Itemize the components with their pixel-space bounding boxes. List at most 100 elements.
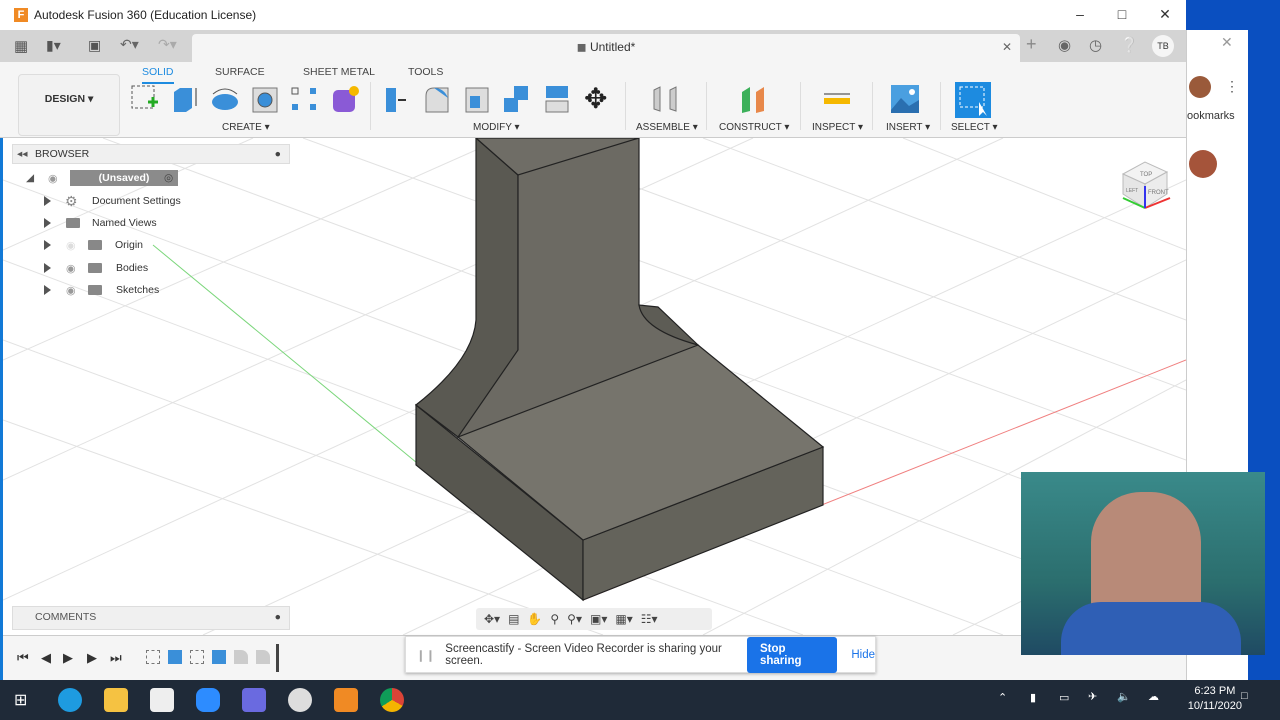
taskbar-clock[interactable]: 6:23 PM 10/11/2020 xyxy=(1188,684,1242,714)
sketch-feature-icon[interactable] xyxy=(146,650,160,664)
microphone-icon[interactable]: ▮ xyxy=(1030,691,1036,704)
undo-icon[interactable]: ↶▾ xyxy=(120,36,139,53)
zoom-icon[interactable]: ⚲ xyxy=(550,612,559,626)
close-icon[interactable]: ✕ xyxy=(1221,34,1233,51)
snip-tool-icon[interactable] xyxy=(288,688,312,712)
user-avatar[interactable]: TB xyxy=(1152,35,1174,57)
browser-item-origin[interactable]: ◉ Origin xyxy=(12,235,290,255)
expand-icon[interactable] xyxy=(44,285,51,295)
offset-plane-icon[interactable] xyxy=(738,84,768,114)
hide-button[interactable]: Hide xyxy=(851,649,875,661)
expand-icon[interactable] xyxy=(44,263,51,273)
display-settings-icon[interactable]: ▣▾ xyxy=(590,612,607,626)
save-icon[interactable]: ▣ xyxy=(88,37,101,54)
hole-icon[interactable] xyxy=(250,84,280,114)
document-tab[interactable]: ◼ Untitled* ✕ xyxy=(192,34,1020,62)
collapse-icon[interactable]: ◂◂ xyxy=(17,148,28,160)
split-body-icon[interactable] xyxy=(542,84,572,114)
viewports-icon[interactable]: ☷▾ xyxy=(641,612,658,626)
visibility-icon[interactable]: ◉ xyxy=(66,262,76,275)
construct-menu[interactable]: CONSTRUCT ▾ xyxy=(719,122,789,133)
new-tab-icon[interactable]: + xyxy=(1026,34,1037,55)
go-to-start-icon[interactable]: ⏮ xyxy=(17,650,29,666)
browser-root[interactable]: ◢ ◉ (Unsaved) ◎ xyxy=(12,168,202,188)
fusion-taskbar-icon[interactable] xyxy=(334,688,358,712)
modify-menu[interactable]: MODIFY ▾ xyxy=(473,122,520,133)
joint-icon[interactable] xyxy=(650,84,680,114)
battery-icon[interactable]: ▭ xyxy=(1059,691,1069,704)
viewcube-left[interactable]: LEFT xyxy=(1126,188,1138,194)
pan-icon[interactable]: ✋ xyxy=(527,612,542,626)
select-icon[interactable] xyxy=(955,82,991,118)
stop-sharing-button[interactable]: Stop sharing xyxy=(746,636,838,673)
fillet-icon[interactable] xyxy=(422,84,452,114)
browser-item-document-settings[interactable]: ⚙ Document Settings xyxy=(12,191,290,211)
step-back-icon[interactable]: ◀ xyxy=(41,650,51,666)
bookmarks-label[interactable]: ookmarks xyxy=(1187,110,1235,122)
help-icon[interactable]: ❔ xyxy=(1120,36,1139,54)
select-menu[interactable]: SELECT ▾ xyxy=(951,122,998,133)
combine-icon[interactable] xyxy=(502,84,532,114)
add-comment-icon[interactable]: ● xyxy=(275,611,281,623)
create-menu[interactable]: CREATE ▾ xyxy=(222,122,270,133)
tab-sheet-metal[interactable]: SHEET METAL xyxy=(303,66,375,78)
chrome-icon[interactable] xyxy=(380,688,404,712)
visibility-icon[interactable]: ◉ xyxy=(48,172,58,185)
maximize-button[interactable]: □ xyxy=(1112,6,1132,22)
tab-tools[interactable]: TOOLS xyxy=(408,66,443,78)
browser-item-bodies[interactable]: ◉ Bodies xyxy=(12,258,290,278)
extrude-feature-icon[interactable] xyxy=(168,650,182,664)
close-button[interactable]: ✕ xyxy=(1155,6,1175,23)
drag-handle-icon[interactable]: ❙❙ xyxy=(416,648,435,662)
activate-icon[interactable]: ◎ xyxy=(164,172,173,184)
comments-panel[interactable]: COMMENTS ● xyxy=(12,606,290,630)
browser-item-sketches[interactable]: ◉ Sketches xyxy=(12,280,290,300)
grid-settings-icon[interactable]: ▦▾ xyxy=(615,612,632,626)
extrude-icon[interactable] xyxy=(170,84,200,114)
expand-icon[interactable] xyxy=(44,218,51,228)
zoom-app-icon[interactable] xyxy=(196,688,220,712)
expand-icon[interactable] xyxy=(44,240,51,250)
fit-icon[interactable]: ⚲▾ xyxy=(567,612,582,626)
file-menu-icon[interactable]: ▮▾ xyxy=(46,37,61,54)
measure-icon[interactable] xyxy=(822,84,852,114)
inspect-menu[interactable]: INSPECT ▾ xyxy=(812,122,863,133)
start-icon[interactable]: ⊞ xyxy=(14,690,27,710)
viewcube-front[interactable]: FRONT xyxy=(1148,190,1169,196)
workspace-switcher[interactable]: DESIGN ▾ xyxy=(18,74,120,136)
assemble-menu[interactable]: ASSEMBLE ▾ xyxy=(636,122,698,133)
edge-icon[interactable] xyxy=(58,688,82,712)
viewcube-top[interactable]: TOP xyxy=(1140,172,1152,178)
pin-icon[interactable]: ● xyxy=(275,148,281,160)
fillet-feature-icon[interactable] xyxy=(234,650,248,664)
view-cube[interactable]: TOP FRONT LEFT xyxy=(1108,146,1183,221)
go-to-end-icon[interactable]: ⏭ xyxy=(110,650,122,666)
expand-icon[interactable]: ◢ xyxy=(26,172,34,184)
timeline-marker[interactable] xyxy=(276,644,279,672)
insert-menu[interactable]: INSERT ▾ xyxy=(886,122,930,133)
minimize-button[interactable]: – xyxy=(1070,6,1090,22)
create-form-icon[interactable] xyxy=(330,84,360,114)
city-app-icon[interactable] xyxy=(242,688,266,712)
press-pull-icon[interactable] xyxy=(380,84,410,114)
tab-solid[interactable]: SOLID xyxy=(142,66,174,84)
pattern-icon[interactable] xyxy=(290,84,320,114)
volume-icon[interactable]: 🔈 xyxy=(1117,690,1131,703)
root-component[interactable]: (Unsaved) xyxy=(70,170,178,186)
profile-avatar[interactable] xyxy=(1189,76,1211,98)
sketch-feature-icon[interactable] xyxy=(190,650,204,664)
airplane-mode-icon[interactable]: ✈ xyxy=(1088,690,1097,703)
shell-icon[interactable] xyxy=(462,84,492,114)
look-at-icon[interactable]: ▤ xyxy=(508,612,519,626)
redo-icon[interactable]: ↷▾ xyxy=(158,36,177,53)
onedrive-icon[interactable]: ☁ xyxy=(1148,690,1159,703)
more-menu-icon[interactable]: ⋮ xyxy=(1225,78,1239,95)
show-hidden-icons[interactable]: ⌃ xyxy=(998,691,1007,704)
revolve-icon[interactable] xyxy=(210,84,240,114)
visibility-icon[interactable]: ◉ xyxy=(66,284,76,297)
step-forward-icon[interactable]: ▶ xyxy=(87,650,97,666)
orbit-icon[interactable]: ✥▾ xyxy=(484,612,500,626)
insert-image-icon[interactable] xyxy=(890,84,920,114)
extensions-icon[interactable]: ◉ xyxy=(1058,36,1071,54)
browser-item-named-views[interactable]: Named Views xyxy=(12,213,290,233)
